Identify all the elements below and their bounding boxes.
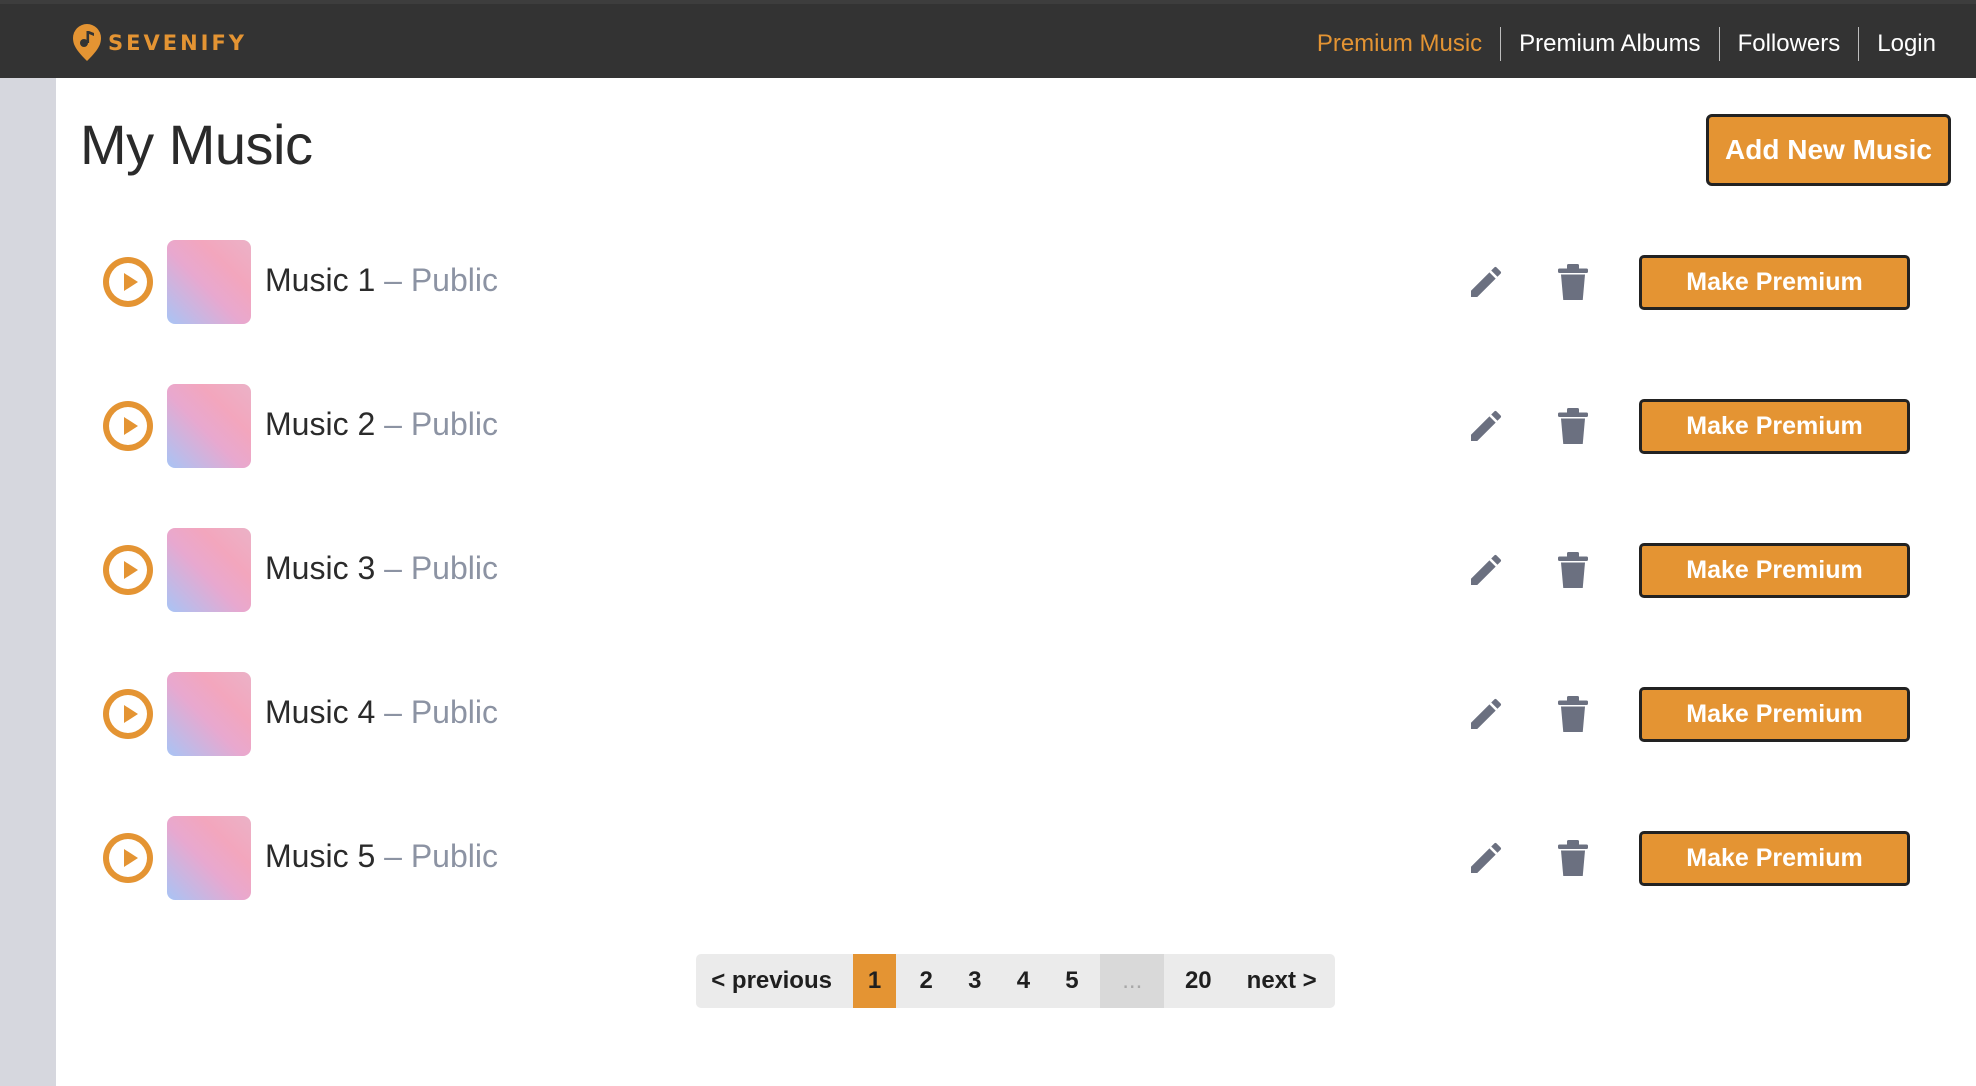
pagination-ellipsis: ... — [1100, 954, 1165, 1008]
make-premium-button[interactable]: Make Premium — [1639, 687, 1910, 742]
pagination-page-current[interactable]: 1 — [853, 954, 896, 1008]
play-icon — [109, 839, 147, 877]
music-title: Music 4 – Public — [265, 694, 498, 731]
music-name: Music 3 — [265, 550, 376, 586]
trash-icon[interactable] — [1558, 840, 1588, 876]
pagination: < previous 1 2 3 4 5 ... 20 next > — [696, 954, 1335, 1008]
play-icon — [109, 551, 147, 589]
make-premium-button[interactable]: Make Premium — [1639, 543, 1910, 598]
nav-links: Premium Music Premium Albums Followers L… — [1299, 26, 1954, 62]
music-title: Music 3 – Public — [265, 550, 498, 587]
music-note-icon — [73, 24, 101, 61]
play-icon — [109, 695, 147, 733]
pagination-page[interactable]: 4 — [1001, 954, 1046, 1008]
play-button[interactable] — [103, 257, 153, 307]
pagination-previous[interactable]: < previous — [696, 954, 847, 1008]
pencil-icon[interactable] — [1466, 406, 1506, 446]
music-row: Music 3 – Public Make Premium — [0, 528, 1976, 612]
music-name: Music 5 — [265, 838, 376, 874]
top-navbar: SEVENIFY Premium Music Premium Albums Fo… — [0, 0, 1976, 78]
play-button[interactable] — [103, 833, 153, 883]
album-cover — [167, 240, 251, 324]
nav-login[interactable]: Login — [1859, 26, 1954, 62]
trash-icon[interactable] — [1558, 552, 1588, 588]
pagination-next[interactable]: next > — [1228, 954, 1335, 1008]
music-title: Music 5 – Public — [265, 838, 498, 875]
pagination-page[interactable]: 3 — [952, 954, 997, 1008]
music-row: Music 5 – Public Make Premium — [0, 816, 1976, 900]
music-name: Music 2 — [265, 406, 376, 442]
nav-premium-music[interactable]: Premium Music — [1299, 26, 1500, 62]
music-row: Music 2 – Public Make Premium — [0, 384, 1976, 468]
music-name: Music 1 — [265, 262, 376, 298]
make-premium-button[interactable]: Make Premium — [1639, 399, 1910, 454]
album-cover — [167, 528, 251, 612]
album-cover — [167, 672, 251, 756]
add-new-music-button[interactable]: Add New Music — [1706, 114, 1951, 186]
play-button[interactable] — [103, 401, 153, 451]
music-title: Music 2 – Public — [265, 406, 498, 443]
play-button[interactable] — [103, 689, 153, 739]
album-cover — [167, 816, 251, 900]
play-button[interactable] — [103, 545, 153, 595]
music-row: Music 1 – Public Make Premium — [0, 240, 1976, 324]
pencil-icon[interactable] — [1466, 262, 1506, 302]
album-cover — [167, 384, 251, 468]
page-title: My Music — [80, 113, 313, 176]
pagination-page-last[interactable]: 20 — [1168, 954, 1228, 1008]
brand-name: SEVENIFY — [108, 31, 248, 55]
make-premium-button[interactable]: Make Premium — [1639, 255, 1910, 310]
music-row: Music 4 – Public Make Premium — [0, 672, 1976, 756]
pagination-page[interactable]: 2 — [904, 954, 949, 1008]
trash-icon[interactable] — [1558, 264, 1588, 300]
visibility-label: – Public — [384, 406, 498, 442]
visibility-label: – Public — [384, 550, 498, 586]
trash-icon[interactable] — [1558, 408, 1588, 444]
visibility-label: – Public — [384, 838, 498, 874]
make-premium-button[interactable]: Make Premium — [1639, 831, 1910, 886]
pencil-icon[interactable] — [1466, 550, 1506, 590]
music-name: Music 4 — [265, 694, 376, 730]
trash-icon[interactable] — [1558, 696, 1588, 732]
pencil-icon[interactable] — [1466, 838, 1506, 878]
pagination-page[interactable]: 5 — [1050, 954, 1095, 1008]
play-icon — [109, 263, 147, 301]
nav-followers[interactable]: Followers — [1720, 26, 1859, 62]
nav-premium-albums[interactable]: Premium Albums — [1501, 26, 1718, 62]
play-icon — [109, 407, 147, 445]
visibility-label: – Public — [384, 262, 498, 298]
pencil-icon[interactable] — [1466, 694, 1506, 734]
visibility-label: – Public — [384, 694, 498, 730]
brand-logo[interactable]: SEVENIFY — [72, 24, 247, 62]
music-title: Music 1 – Public — [265, 262, 498, 299]
